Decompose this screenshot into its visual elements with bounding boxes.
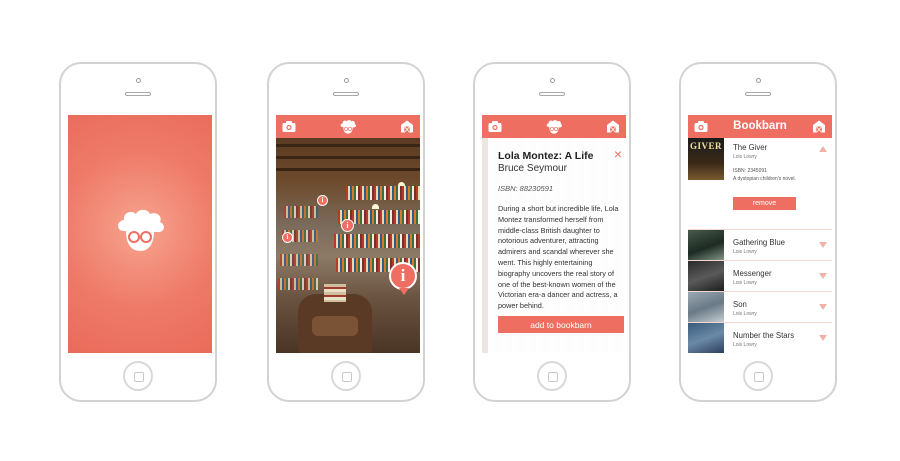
add-to-bookbarn-button[interactable]: add to bookbarn — [498, 316, 624, 333]
camera-icon[interactable] — [488, 120, 502, 133]
book-cover — [688, 323, 724, 353]
book-summary: A dystopian children's novel. — [733, 176, 796, 182]
book-detail-card: Lola Montez: A Life Bruce Seymour × ISBN… — [488, 138, 626, 353]
bookshelf-row — [334, 234, 420, 248]
ceiling-beam — [276, 156, 420, 159]
phone-bookbarn: Bookbarn GIVER The Giver Lois Lowry ISBN… — [679, 62, 837, 402]
earpiece-speaker — [745, 92, 771, 96]
reader-glasses-logo-icon[interactable] — [338, 117, 358, 137]
home-button[interactable] — [331, 361, 361, 391]
book-author: Lois Lowry — [733, 311, 757, 317]
expand-arrow-icon[interactable] — [819, 304, 827, 310]
book-author: Lois Lowry — [733, 154, 757, 160]
ceiling-beam — [276, 144, 420, 147]
book-cover — [688, 292, 724, 323]
book-title: Lola Montez: A Life — [498, 150, 594, 162]
book-title: The Giver — [733, 143, 768, 152]
book-title: Number the Stars — [733, 331, 795, 340]
remove-button[interactable]: remove — [733, 197, 796, 210]
book-isbn: ISBN: 2345091 — [733, 168, 767, 174]
barn-icon[interactable] — [606, 120, 620, 133]
front-camera — [755, 78, 761, 83]
phone-camera-view: i i i i — [267, 62, 425, 402]
home-button[interactable] — [743, 361, 773, 391]
book-title: Messenger — [733, 269, 772, 278]
cover-title-text: GIVER — [690, 141, 723, 151]
info-pin-icon[interactable]: i — [282, 232, 293, 243]
list-item[interactable]: Son Lois Lowry — [688, 291, 832, 323]
phone-book-detail: Lola Montez: A Life Bruce Seymour × ISBN… — [473, 62, 631, 402]
book-title: Son — [733, 300, 747, 309]
ceiling-beam — [276, 168, 420, 171]
close-icon[interactable]: × — [614, 147, 622, 161]
reader-glasses-logo-icon — [110, 201, 170, 261]
expand-arrow-icon[interactable] — [819, 335, 827, 341]
bookshelf-row — [284, 206, 318, 218]
book-stack — [324, 284, 346, 302]
book-description: During a short but incredible life, Lola… — [498, 204, 619, 311]
list-item[interactable]: Messenger Lois Lowry — [688, 260, 832, 292]
bookshelf-row — [278, 278, 318, 290]
info-pin-icon[interactable]: i — [389, 262, 417, 295]
book-cover — [688, 261, 724, 292]
info-pin-icon[interactable]: i — [317, 195, 328, 206]
reader-glasses-logo-icon[interactable] — [544, 117, 564, 137]
bookshelf-row — [280, 254, 318, 266]
earpiece-speaker — [539, 92, 565, 96]
book-cover: GIVER — [688, 138, 724, 180]
expand-arrow-icon[interactable] — [819, 273, 827, 279]
info-pin-icon[interactable]: i — [341, 219, 354, 232]
list-item[interactable]: Gathering Blue Lois Lowry — [688, 229, 832, 261]
bookbarn-screen: Bookbarn GIVER The Giver Lois Lowry ISBN… — [688, 115, 832, 353]
front-camera — [135, 78, 141, 83]
app-header — [482, 115, 626, 138]
camera-view-screen: i i i i — [276, 115, 420, 353]
chair-cushion — [312, 316, 358, 336]
phone-splash — [59, 62, 217, 402]
barn-icon[interactable] — [812, 120, 826, 133]
list-item[interactable]: Number the Stars Lois Lowry — [688, 322, 832, 353]
front-camera — [549, 78, 555, 83]
page-title: Bookbarn — [733, 120, 787, 132]
barn-icon[interactable] — [400, 120, 414, 133]
bookshelf-row — [346, 186, 420, 200]
camera-icon[interactable] — [282, 120, 296, 133]
bookbarn-list: GIVER The Giver Lois Lowry ISBN: 2345091… — [688, 138, 832, 353]
front-camera — [343, 78, 349, 83]
home-button[interactable] — [537, 361, 567, 391]
app-header — [276, 115, 420, 138]
home-button[interactable] — [123, 361, 153, 391]
book-isbn: ISBN: 88230591 — [498, 184, 554, 193]
app-header: Bookbarn — [688, 115, 832, 138]
book-author: Lois Lowry — [733, 342, 757, 348]
book-author: Lois Lowry — [733, 249, 757, 255]
collapse-arrow-icon[interactable] — [819, 146, 827, 152]
book-author: Bruce Seymour — [498, 163, 567, 174]
ceiling-lamp — [372, 204, 379, 209]
book-cover — [688, 230, 724, 261]
book-title: Gathering Blue — [733, 238, 786, 247]
book-detail-screen: Lola Montez: A Life Bruce Seymour × ISBN… — [482, 115, 626, 353]
earpiece-speaker — [125, 92, 151, 96]
armchair — [298, 294, 372, 353]
library-camera-photo: i i i i — [276, 138, 420, 353]
book-author: Lois Lowry — [733, 280, 757, 286]
earpiece-speaker — [333, 92, 359, 96]
list-item-expanded[interactable]: GIVER The Giver Lois Lowry ISBN: 2345091… — [688, 138, 832, 233]
expand-arrow-icon[interactable] — [819, 242, 827, 248]
splash-screen — [68, 115, 212, 353]
